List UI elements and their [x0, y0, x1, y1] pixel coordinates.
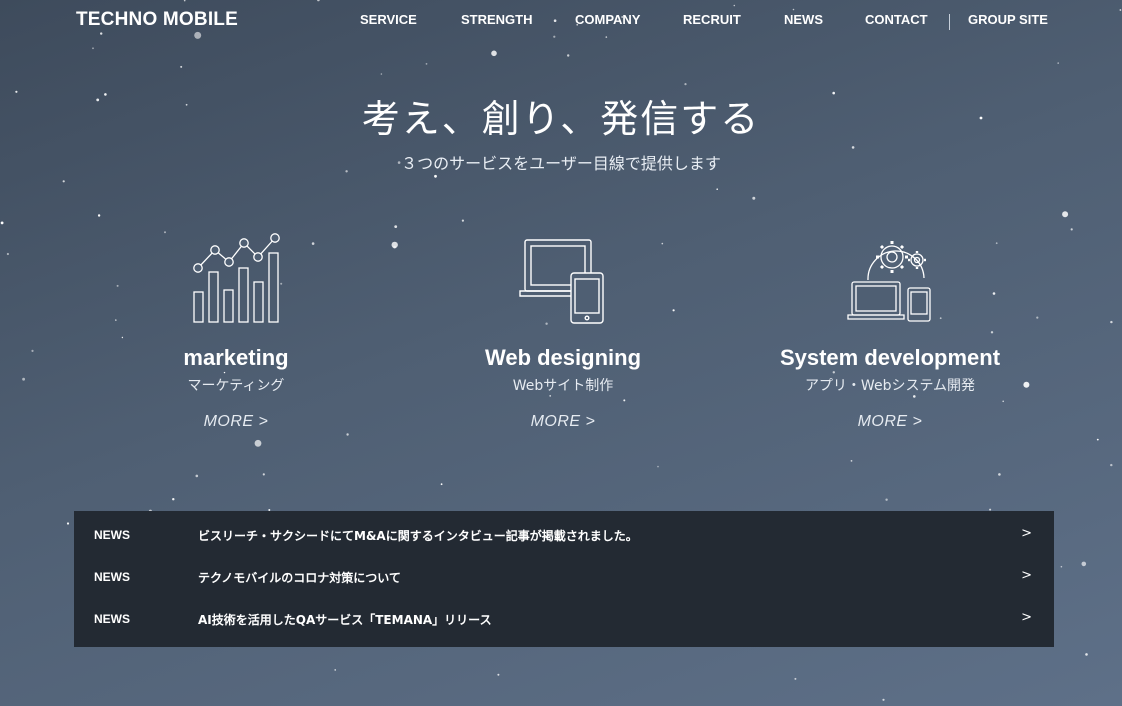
- service-title: marketing: [183, 345, 289, 370]
- site-header: TECHNO MOBILE SERVICE STRENGTH COMPANY R…: [0, 0, 1122, 40]
- star: [172, 498, 175, 501]
- service-subtitle: Webサイト制作: [512, 378, 614, 394]
- news-item[interactable]: NEWS テクノモバイルのコロナ対策について >: [74, 557, 1054, 599]
- service-subtitle: アプリ・Webシステム開発: [804, 378, 976, 394]
- star: [851, 146, 855, 149]
- bar-chart-icon: [193, 233, 280, 323]
- service-title: System development: [779, 345, 1001, 370]
- nav-group-site[interactable]: GROUP SITE: [968, 12, 1048, 27]
- nav-news[interactable]: NEWS: [784, 12, 823, 27]
- star: [567, 54, 570, 57]
- star: [31, 349, 34, 352]
- star: [882, 698, 885, 701]
- nav-service[interactable]: SERVICE: [360, 12, 417, 27]
- star: [850, 460, 853, 462]
- news-item[interactable]: NEWS ビスリーチ・サクシードにてM&Aに関するインタビュー記事が掲載されまし…: [74, 515, 1054, 557]
- service-subtitle: マーケティング: [187, 378, 285, 394]
- star: [1057, 62, 1059, 64]
- star: [62, 180, 65, 183]
- star: [380, 73, 383, 75]
- star: [716, 188, 718, 190]
- devices-icon: [519, 239, 604, 324]
- star: [393, 245, 396, 249]
- news-tag: NEWS: [94, 528, 130, 542]
- star: [346, 433, 349, 436]
- hero-subtitle: ３つのサービスをユーザー目線で提供します: [401, 154, 721, 173]
- hero-title: 考え、創り、発信する: [361, 97, 761, 141]
- star: [657, 465, 659, 468]
- chevron-right-icon[interactable]: >: [1021, 526, 1032, 541]
- service-web-designing: Web designing Webサイト制作 MORE >: [413, 230, 713, 431]
- news-panel: NEWS ビスリーチ・サクシードにてM&Aに関するインタビュー記事が掲載されまし…: [74, 511, 1054, 647]
- star: [334, 669, 337, 671]
- news-tag: NEWS: [94, 612, 130, 626]
- chevron-right-icon[interactable]: >: [1021, 568, 1032, 583]
- star: [1062, 211, 1069, 218]
- star: [391, 241, 398, 249]
- star: [684, 83, 687, 86]
- nav-contact[interactable]: CONTACT: [865, 12, 928, 27]
- more-link[interactable]: MORE >: [531, 413, 596, 431]
- news-title[interactable]: AI技術を活用したQAサービス「TEMANA」リリース: [198, 611, 492, 628]
- star: [92, 47, 94, 50]
- news-item[interactable]: NEWS AI技術を活用したQAサービス「TEMANA」リリース >: [74, 599, 1054, 641]
- chevron-right-icon[interactable]: >: [1021, 610, 1032, 625]
- news-title[interactable]: ビスリーチ・サクシードにてM&Aに関するインタビュー記事が掲載されました。: [198, 527, 638, 544]
- news-title[interactable]: テクノモバイルのコロナ対策について: [198, 569, 401, 586]
- service-system-development: System development アプリ・Webシステム開発 MORE >: [740, 230, 1040, 431]
- star: [22, 377, 25, 381]
- main-nav: SERVICE STRENGTH COMPANY RECRUIT NEWS CO…: [0, 12, 1122, 32]
- star: [394, 225, 398, 229]
- nav-divider: [949, 14, 950, 30]
- star: [1110, 320, 1113, 324]
- service-title: Web designing: [484, 345, 642, 370]
- star: [195, 474, 199, 478]
- star: [1110, 463, 1113, 467]
- star: [497, 673, 500, 676]
- star: [1060, 565, 1063, 568]
- star: [425, 63, 428, 65]
- gears-devices-icon: [847, 241, 931, 322]
- news-tag: NEWS: [94, 570, 130, 584]
- star: [1085, 653, 1088, 656]
- more-link[interactable]: MORE >: [858, 413, 923, 431]
- star: [1081, 561, 1087, 567]
- star: [794, 677, 797, 680]
- star: [461, 219, 464, 222]
- service-marketing: marketing マーケティング MORE >: [86, 230, 386, 431]
- star: [262, 473, 265, 476]
- star: [1070, 228, 1073, 231]
- star: [752, 196, 756, 200]
- nav-strength[interactable]: STRENGTH: [461, 12, 533, 27]
- star: [254, 439, 262, 447]
- star: [885, 498, 888, 501]
- star: [0, 221, 4, 225]
- star: [998, 473, 1001, 476]
- star: [97, 214, 101, 217]
- star: [491, 50, 497, 57]
- nav-company[interactable]: COMPANY: [575, 12, 640, 27]
- star: [66, 522, 70, 525]
- star: [180, 65, 183, 68]
- star: [434, 174, 437, 178]
- nav-recruit[interactable]: RECRUIT: [683, 12, 741, 27]
- star: [440, 483, 443, 486]
- star: [1096, 438, 1099, 441]
- star: [6, 252, 9, 256]
- more-link[interactable]: MORE >: [204, 413, 269, 431]
